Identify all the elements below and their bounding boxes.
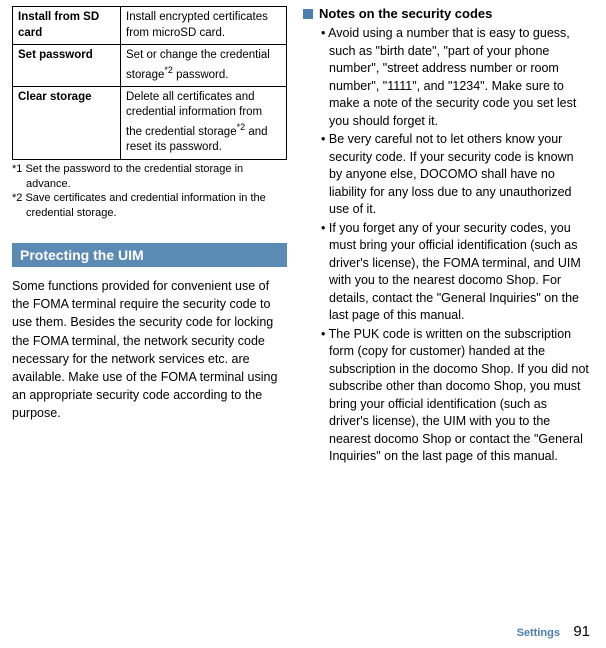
footnote: *2 Save certificates and credential info… bbox=[12, 191, 287, 221]
footnotes: *1 Set the password to the credential st… bbox=[12, 162, 287, 221]
list-item: If you forget any of your security codes… bbox=[321, 220, 590, 325]
list-item: Avoid using a number that is easy to gue… bbox=[321, 25, 590, 130]
square-bullet-icon bbox=[303, 9, 313, 19]
intro-text: Some functions provided for convenient u… bbox=[12, 277, 287, 422]
table-row: Clear storage Delete all certificates an… bbox=[13, 86, 287, 159]
notes-list: Avoid using a number that is easy to gue… bbox=[303, 25, 590, 466]
settings-table: Install from SD card Install encrypted c… bbox=[12, 6, 287, 160]
page-footer: Settings 91 bbox=[517, 623, 590, 640]
notes-title: Notes on the security codes bbox=[319, 6, 492, 21]
table-row: Set password Set or change the credentia… bbox=[13, 45, 287, 87]
cell-label: Install from SD card bbox=[13, 7, 121, 45]
cell-desc: Install encrypted certificates from micr… bbox=[121, 7, 287, 45]
table-row: Install from SD card Install encrypted c… bbox=[13, 7, 287, 45]
footnote: *1 Set the password to the credential st… bbox=[12, 162, 287, 192]
list-item: Be very careful not to let others know y… bbox=[321, 131, 590, 219]
page-number: 91 bbox=[573, 623, 590, 640]
cell-label: Clear storage bbox=[13, 86, 121, 159]
cell-desc: Set or change the credential storage*2 p… bbox=[121, 45, 287, 87]
footer-section: Settings bbox=[517, 627, 560, 639]
cell-desc: Delete all certificates and credential i… bbox=[121, 86, 287, 159]
cell-label: Set password bbox=[13, 45, 121, 87]
notes-heading: Notes on the security codes bbox=[303, 6, 590, 21]
list-item: The PUK code is written on the subscript… bbox=[321, 326, 590, 466]
section-heading: Protecting the UIM bbox=[12, 243, 287, 267]
